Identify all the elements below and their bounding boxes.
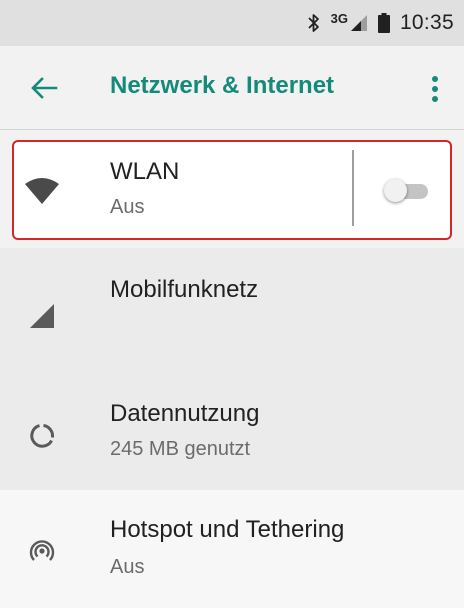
- signal-cellular-icon: [22, 296, 62, 336]
- settings-item-data-usage[interactable]: Datennutzung 245 MB genutzt: [0, 372, 464, 490]
- more-vert-icon: [432, 76, 438, 102]
- wlan-toggle-switch[interactable]: [384, 179, 432, 202]
- battery-icon: [377, 13, 390, 33]
- clock: 10:35: [399, 11, 454, 34]
- settings-item-summary: Aus: [110, 196, 145, 218]
- settings-item-wlan[interactable]: WLAN Aus: [0, 130, 464, 246]
- status-bar: 3G 10:35: [0, 0, 464, 46]
- back-button[interactable]: [26, 74, 62, 102]
- settings-item-summary: Aus: [110, 556, 145, 578]
- settings-item-summary: 245 MB genutzt: [110, 438, 251, 460]
- mobile-signal-icon: [350, 14, 368, 32]
- network-type-label: 3G: [330, 11, 348, 26]
- settings-item-title: Mobilfunknetz: [110, 276, 259, 303]
- wifi-icon: [22, 172, 62, 212]
- toggle-thumb: [384, 179, 407, 202]
- overflow-menu-button[interactable]: [424, 72, 446, 106]
- settings-item-hotspot[interactable]: Hotspot und Tethering Aus: [0, 490, 464, 608]
- app-bar: Netzwerk & Internet: [0, 46, 464, 130]
- arrow-back-icon: [31, 77, 58, 99]
- bluetooth-icon: [307, 13, 321, 33]
- settings-item-title: WLAN: [110, 158, 180, 185]
- settings-item-title: Hotspot und Tethering: [110, 516, 345, 543]
- data-usage-icon: [22, 416, 62, 456]
- settings-item-mobile-network[interactable]: Mobilfunknetz: [0, 248, 464, 372]
- settings-item-title: Datennutzung: [110, 400, 260, 427]
- hotspot-icon: [22, 530, 62, 570]
- page-title: Netzwerk & Internet: [110, 72, 335, 99]
- divider: [352, 150, 354, 226]
